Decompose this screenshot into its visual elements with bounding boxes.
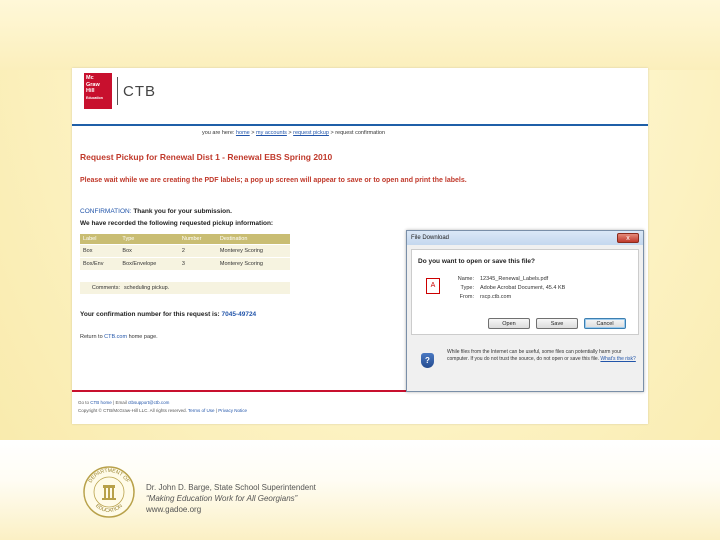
gadoe-info: Dr. John D. Barge, State School Superint… [146, 482, 316, 515]
mcgraw-hill-logo: Mc Graw Hill Education [84, 73, 112, 109]
pdf-file-icon: A [426, 278, 440, 294]
terms-link[interactable]: Terms of Use [188, 408, 215, 413]
header-rule [72, 124, 648, 126]
comments-row: Comments: scheduling pickup. [80, 282, 290, 294]
return-link-text: Return to CTB.com home page. [80, 334, 158, 340]
footer-email-link[interactable]: ctbsupport@ctb.com [128, 400, 169, 405]
ctb-wordmark: CTB [123, 82, 156, 100]
table-cell: Monterey Scoring [216, 257, 290, 270]
column-header: Type [119, 234, 179, 245]
ctb-logo[interactable]: Mc Graw Hill Education CTB [84, 73, 156, 109]
dialog-title: File Download [411, 235, 450, 241]
browser-screenshot: Mc Graw Hill Education CTB you are here:… [72, 68, 648, 424]
open-button[interactable]: Open [488, 318, 530, 329]
table-cell: Monterey Scoring [216, 244, 290, 258]
column-header: Number [178, 234, 217, 245]
dialog-title-bar[interactable]: File Download x [407, 231, 643, 245]
motto-line: “Making Education Work for All Georgians… [146, 494, 298, 503]
table-cell: Box [80, 244, 120, 258]
table-row: Box/Env Box/Envelope 3 Monterey Scoring [80, 257, 290, 270]
table-cell: Box [119, 244, 179, 258]
georgia-doe-seal-icon: DEPARTMENT OF EDUCATION [83, 466, 135, 518]
breadcrumb-request-pickup[interactable]: request pickup [293, 130, 329, 136]
file-type-row: Type: Adobe Acrobat Document, 45.4 KB [460, 285, 566, 291]
breadcrumb-home[interactable]: home [236, 130, 250, 136]
slide-background-top [0, 0, 720, 70]
cancel-button[interactable]: Cancel [584, 318, 626, 329]
page-title: Request Pickup for Renewal Dist 1 - Rene… [80, 152, 333, 162]
column-header: Destination [216, 234, 290, 245]
close-icon[interactable]: x [617, 233, 639, 243]
confirmation-number: Your confirmation number for this reques… [80, 311, 257, 318]
table-header-row: Label Type Number Destination [80, 234, 290, 245]
save-button[interactable]: Save [536, 318, 578, 329]
breadcrumb-current: request confirmation [335, 130, 386, 136]
file-from-row: From: rscp.ctb.com [459, 294, 512, 300]
recorded-text: We have recorded the following requested… [80, 220, 274, 227]
footer-ctb-home-link[interactable]: CTB home [90, 400, 112, 405]
footer-line-1: Go to CTB home | Email ctbsupport@ctb.co… [78, 400, 170, 405]
breadcrumb-my-accounts[interactable]: my accounts [256, 130, 287, 136]
logo-divider [117, 77, 118, 105]
table-cell: Box/Env [80, 257, 120, 270]
dialog-body: Do you want to open or save this file? A… [411, 249, 639, 335]
dialog-question: Do you want to open or save this file? [418, 258, 536, 265]
privacy-link[interactable]: Privacy Notice [218, 408, 247, 413]
ctb-home-link[interactable]: CTB.com [104, 334, 127, 340]
gadoe-website[interactable]: www.gadoe.org [146, 504, 316, 515]
column-header: Label [80, 234, 120, 245]
confirmation-message: CONFIRMATION: Thank you for your submiss… [80, 208, 232, 215]
footer-line-2: Copyright © CTB/McGraw-Hill LLC. All rig… [78, 408, 247, 413]
security-shield-icon: ? [421, 353, 434, 368]
table-cell: Box/Envelope [119, 257, 179, 270]
table-row: Box Box 2 Monterey Scoring [80, 244, 290, 258]
wait-message: Please wait while we are creating the PD… [80, 177, 467, 184]
pickup-table: Label Type Number Destination Box Box 2 … [80, 234, 290, 270]
table-cell: 3 [178, 257, 217, 270]
file-name-row: Name: 12345_Renewal_Labels.pdf [457, 276, 549, 282]
whats-the-risk-link[interactable]: What's the risk? [600, 356, 635, 362]
file-download-dialog: File Download x Do you want to open or s… [406, 230, 644, 392]
security-warning: While files from the Internet can be use… [447, 349, 636, 362]
superintendent-line: Dr. John D. Barge, State School Superint… [146, 483, 316, 492]
confirmation-number-value: 7045-49724 [221, 311, 257, 318]
table-cell: 2 [178, 244, 217, 258]
breadcrumb: you are here: home > my accounts > reque… [202, 130, 386, 136]
dialog-buttons: Open Save Cancel [488, 318, 626, 329]
